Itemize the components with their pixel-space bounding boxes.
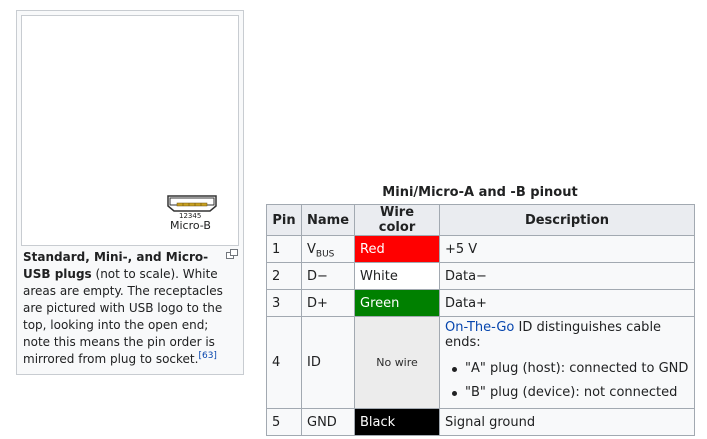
name-cell: D− <box>300 262 356 290</box>
caption-text: (not to scale). White areas are empty. T… <box>23 267 223 366</box>
pin-cell: 5 <box>266 408 302 436</box>
micro-b-plug-drawing: 12345 <box>167 195 217 220</box>
pin-cell: 4 <box>266 316 302 409</box>
header-pin: Pin <box>266 204 302 236</box>
description-cell: On-The-Go ID distinguishes cable ends: "… <box>439 316 695 409</box>
id-bullet-list: "A" plug (host): connected to GND "B" pl… <box>445 357 689 405</box>
pin-cell: 3 <box>266 289 302 317</box>
name-cell: ID <box>300 316 356 409</box>
citation-link[interactable]: [63] <box>198 351 216 361</box>
wire-color-cell: Black <box>354 408 441 436</box>
list-item: "A" plug (host): connected to GND <box>452 357 689 381</box>
usb-plugs-figure: 12345 Micro-B Standard, Mini-, and Micro… <box>16 10 244 375</box>
table-row: 2 D− White Data− <box>266 262 695 290</box>
wire-color-cell: No wire <box>354 316 441 409</box>
pinout-table: Pin Name Wire color Description 1 VBUS R… <box>266 204 695 436</box>
description-cell: Data+ <box>439 289 695 317</box>
name-main: V <box>307 241 316 257</box>
description-cell: +5 V <box>439 235 695 263</box>
header-name: Name <box>300 204 356 236</box>
name-subscript: BUS <box>315 249 335 260</box>
wire-color-cell: White <box>354 262 441 290</box>
table-row: 4 ID No wire On-The-Go ID distinguishes … <box>266 316 695 409</box>
name-cell: VBUS <box>300 235 356 263</box>
description-cell: Data− <box>439 262 695 290</box>
table-header-row: Pin Name Wire color Description <box>266 204 695 236</box>
table-row: 1 VBUS Red +5 V <box>266 235 695 263</box>
header-wire-color: Wire color <box>354 204 441 236</box>
name-cell: D+ <box>300 289 356 317</box>
figure-caption: Standard, Mini-, and Micro-USB plugs (no… <box>23 249 229 368</box>
pin-cell: 1 <box>266 235 302 263</box>
wire-color-cell: Red <box>354 235 441 263</box>
wire-color-cell: Green <box>354 289 441 317</box>
table-title: Mini/Micro-A and -B pinout <box>382 185 578 200</box>
list-item: "B" plug (device): not connected <box>452 381 689 405</box>
table-row: 3 D+ Green Data+ <box>266 289 695 317</box>
micro-b-label: Micro-B <box>170 219 211 232</box>
header-description: Description <box>439 204 695 236</box>
usb-plugs-image[interactable]: 12345 Micro-B <box>21 15 239 246</box>
pin-cell: 2 <box>266 262 302 290</box>
on-the-go-link[interactable]: On-The-Go <box>445 320 514 335</box>
description-cell: Signal ground <box>439 408 695 436</box>
table-row: 5 GND Black Signal ground <box>266 408 695 436</box>
name-cell: GND <box>300 408 356 436</box>
